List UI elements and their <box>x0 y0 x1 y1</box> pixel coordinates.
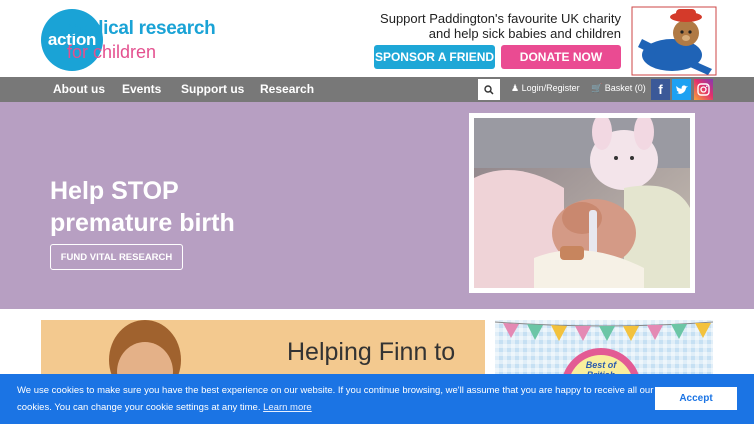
nav-item-support-us[interactable]: Support us <box>181 82 244 96</box>
login-register-link[interactable]: ♟ Login/Register <box>511 83 580 94</box>
basket-link[interactable]: 🛒 Basket (0) <box>591 83 646 94</box>
search-icon <box>484 84 494 95</box>
cart-icon: 🛒 <box>591 83 603 93</box>
sponsor-a-friend-button[interactable]: SPONSOR A FRIEND <box>374 45 495 69</box>
nav-item-about-us[interactable]: About us <box>53 82 105 96</box>
nav-item-events[interactable]: Events <box>122 82 161 96</box>
hero-title-line-2: premature birth <box>50 209 235 237</box>
premature-baby-photo <box>474 114 690 288</box>
paddington-bear-icon <box>631 6 717 76</box>
basket-label: Basket (0) <box>604 83 646 93</box>
main-nav: About us Events Support us Research ♟ Lo… <box>0 77 754 102</box>
bunting-decoration <box>495 321 713 341</box>
nav-item-research[interactable]: Research <box>260 82 314 96</box>
accept-cookies-button[interactable]: Accept <box>655 387 737 410</box>
hero-banner: Help STOP premature birth FUND VITAL RES… <box>0 102 754 309</box>
cookie-text: We use cookies to make sure you have the… <box>17 385 654 413</box>
hero-title: Help STOP premature birth <box>50 175 235 239</box>
search-button[interactable] <box>478 79 500 100</box>
site-header: action medical research for children Sup… <box>0 0 754 77</box>
logo-text-primary[interactable]: medical research <box>65 18 216 40</box>
logo-text-secondary[interactable]: for children <box>67 42 156 63</box>
donate-now-button[interactable]: DONATE NOW <box>501 45 621 69</box>
tagline-line-1: Support Paddington's favourite UK charit… <box>380 11 621 26</box>
facebook-icon: f <box>658 82 663 97</box>
instagram-icon <box>697 83 710 96</box>
instagram-link[interactable] <box>694 79 713 100</box>
learn-more-link[interactable]: Learn more <box>263 402 312 413</box>
hero-photo-frame <box>469 113 695 293</box>
page: action medical research for children Sup… <box>0 0 754 424</box>
twitter-link[interactable] <box>672 79 691 100</box>
login-register-label: Login/Register <box>521 83 580 93</box>
tagline-line-2: and help sick babies and children <box>428 26 621 41</box>
cookie-banner: We use cookies to make sure you have the… <box>0 374 754 424</box>
twitter-icon <box>675 84 688 94</box>
fund-vital-research-button[interactable]: FUND VITAL RESEARCH <box>50 244 183 270</box>
header-tagline: Support Paddington's favourite UK charit… <box>321 11 621 41</box>
user-icon: ♟ <box>511 83 520 93</box>
cookie-message: We use cookies to make sure you have the… <box>17 382 657 416</box>
facebook-link[interactable]: f <box>651 79 670 100</box>
hero-title-line-1: Help STOP <box>50 177 179 205</box>
story-headline: Helping Finn to <box>287 338 456 366</box>
